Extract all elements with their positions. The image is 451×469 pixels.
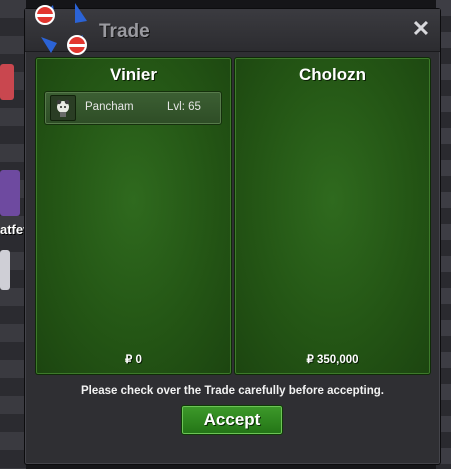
pokemon-level: Lvl: 65 (167, 101, 201, 113)
pokeball-logo-icon (35, 3, 87, 55)
npc-sprite (0, 250, 10, 290)
accept-button[interactable]: Accept (181, 405, 283, 435)
npc-sprite (0, 64, 14, 100)
trade-notice: Please check over the Trade carefully be… (81, 385, 384, 397)
trade-item-slot[interactable]: Pancham Lvl: 65 (44, 91, 222, 125)
pokemon-name: Pancham (85, 101, 134, 113)
right-money-offer: ₽ 350,000 (306, 354, 359, 366)
npc-sprite (0, 170, 20, 216)
left-money-offer: ₽ 0 (125, 354, 142, 366)
left-player-name: Vinier (110, 65, 157, 84)
right-player-name: Cholozn (298, 65, 367, 84)
close-button[interactable]: ✕ (411, 18, 431, 40)
trade-window: Trade ✕ Vinier Pancham Lvl: 65 ₽ 0 Cholo… (24, 3, 441, 465)
window-title: Trade (99, 21, 150, 42)
pancham-sprite-icon (50, 95, 76, 121)
left-trade-panel: Vinier Pancham Lvl: 65 ₽ 0 (35, 57, 232, 375)
right-trade-panel: Cholozn ₽ 350,000 (234, 57, 431, 375)
